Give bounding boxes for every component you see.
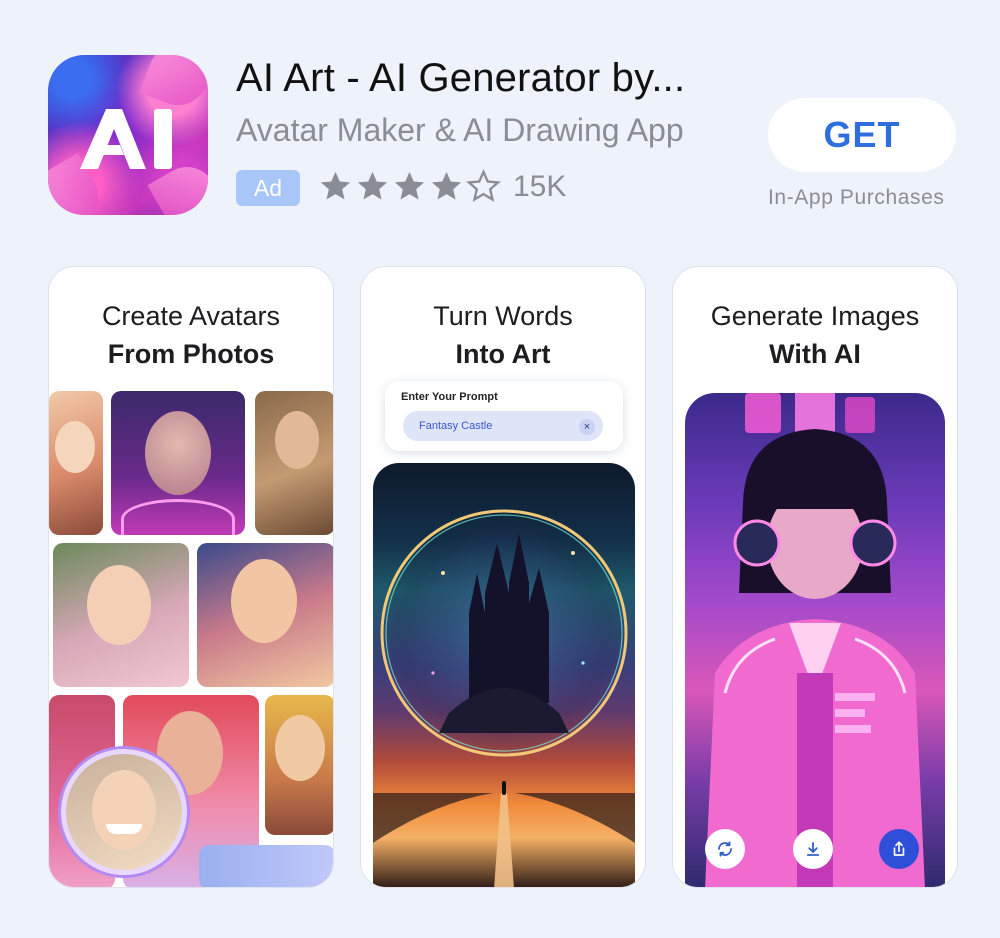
avatar-tile (255, 391, 333, 535)
generated-art-image (373, 463, 635, 887)
screenshot-heading: Create Avatars From Photos (49, 297, 333, 373)
avatar-tile (111, 391, 245, 535)
app-icon[interactable] (48, 55, 208, 215)
generated-neon-image (685, 393, 945, 887)
download-icon (806, 842, 820, 856)
screenshot-generate-images[interactable]: Generate Images With AI (672, 266, 958, 888)
clear-icon[interactable]: × (579, 419, 595, 435)
prompt-label: Enter Your Prompt (401, 391, 498, 403)
screenshot-create-avatars[interactable]: Create Avatars From Photos (48, 266, 334, 888)
star-filled-icon (431, 171, 462, 199)
share-icon (893, 841, 905, 856)
screenshot-turn-words[interactable]: Turn Words Into Art Enter Your Prompt × (360, 266, 646, 888)
in-app-purchases-label: In-App Purchases (768, 186, 945, 209)
avatar-tile (197, 543, 333, 687)
heading-line-2: Into Art (455, 339, 551, 369)
get-button[interactable]: GET (768, 98, 956, 172)
app-title[interactable]: AI Art - AI Generator by... (236, 56, 685, 101)
source-photo-avatar (61, 749, 187, 875)
avatar-tile (199, 845, 333, 887)
avatar-tile (49, 391, 103, 535)
fantasy-castle-illustration (373, 508, 635, 887)
screenshot-heading: Turn Words Into Art (361, 297, 645, 373)
star-empty-icon (466, 168, 501, 202)
heading-line-1: Create Avatars (101, 301, 281, 331)
heading-line-2: With AI (769, 339, 861, 369)
star-filled-icon (394, 171, 425, 199)
app-subtitle: Avatar Maker & AI Drawing App (236, 112, 684, 148)
star-filled-icon (357, 171, 388, 199)
screenshot-heading: Generate Images With AI (673, 297, 957, 373)
prompt-input[interactable] (403, 411, 603, 441)
neon-character-illustration (705, 393, 925, 887)
avatar-tile (53, 543, 189, 687)
heading-line-2: From Photos (107, 339, 275, 369)
rating-count: 15K (513, 170, 567, 203)
avatar-tile (265, 695, 333, 835)
download-button[interactable] (793, 829, 833, 869)
regenerate-button[interactable] (705, 829, 745, 869)
ai-logo-icon (80, 109, 172, 169)
star-rating (318, 166, 501, 206)
heading-line-1: Generate Images (710, 301, 920, 331)
prompt-box: Enter Your Prompt × (385, 381, 623, 451)
ad-badge: Ad (236, 170, 300, 206)
refresh-icon (718, 841, 732, 857)
share-button[interactable] (879, 829, 919, 869)
star-filled-icon (320, 171, 351, 199)
heading-line-1: Turn Words (433, 301, 573, 331)
